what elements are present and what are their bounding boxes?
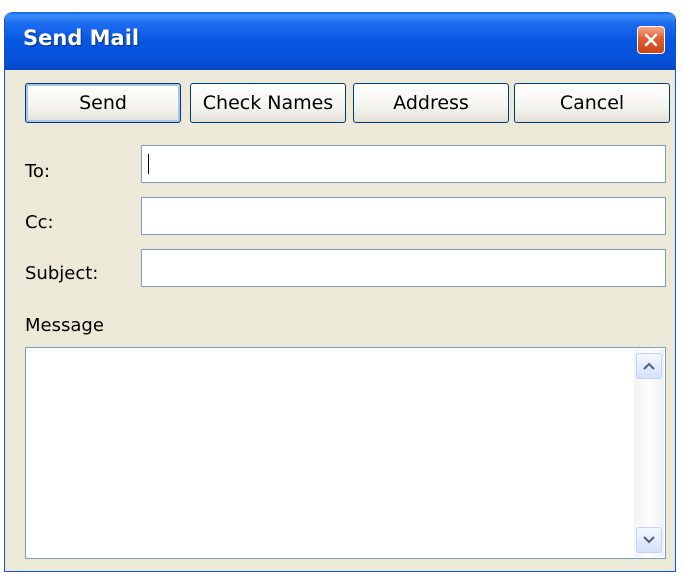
to-field[interactable] (141, 145, 666, 183)
cc-label: Cc: (25, 212, 54, 233)
chevron-down-icon (643, 536, 655, 544)
message-label: Message (25, 315, 104, 336)
send-mail-dialog: Send Mail Send Check Names Address Cance… (4, 12, 676, 572)
vertical-scrollbar[interactable] (634, 349, 664, 557)
close-icon (644, 33, 658, 47)
check-names-button[interactable]: Check Names (190, 83, 346, 123)
text-caret (148, 154, 149, 174)
cc-field[interactable] (141, 197, 666, 235)
title-bar[interactable]: Send Mail (5, 12, 675, 70)
close-button[interactable] (637, 26, 665, 54)
cancel-button[interactable]: Cancel (514, 83, 670, 123)
to-label: To: (25, 161, 51, 182)
scroll-down-button[interactable] (636, 527, 662, 553)
subject-label: Subject: (25, 263, 99, 284)
scroll-up-button[interactable] (636, 353, 662, 379)
address-button[interactable]: Address (353, 83, 509, 123)
chevron-up-icon (643, 362, 655, 370)
subject-field[interactable] (141, 249, 666, 287)
window-title: Send Mail (23, 26, 140, 50)
message-textarea[interactable] (25, 347, 666, 559)
send-button[interactable]: Send (25, 83, 181, 123)
